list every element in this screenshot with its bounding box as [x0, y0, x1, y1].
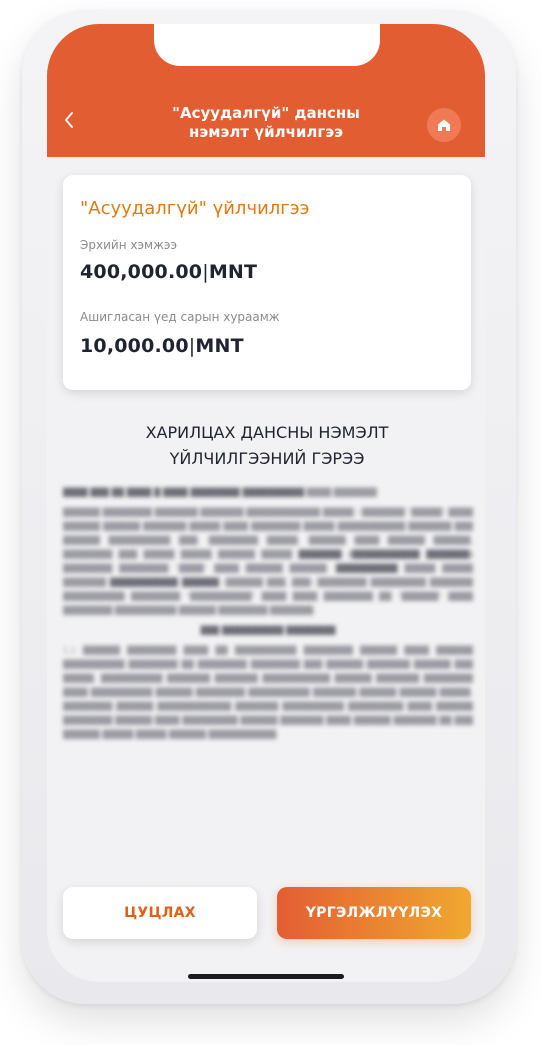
home-icon [438, 119, 450, 131]
fee-label: Ашигласан үед сарын хураамж [80, 310, 280, 324]
page-title: "Асуудалгүй" дансны нэмэлт үйлчилгээ [137, 104, 395, 142]
contract-body-blurred[interactable]: ████ ███ ██ ████ █ ████ ████████ ███████… [63, 486, 473, 866]
page-title-line1: "Асуудалгүй" дансны [172, 104, 360, 122]
chevron-left-icon [65, 112, 73, 128]
back-button[interactable] [63, 110, 79, 134]
fee-amount-row: 10,000.00|MNT [80, 335, 244, 357]
page-title-line2: нэмэлт үйлчилгээ [189, 123, 343, 141]
contract-title-line2: ҮЙЛЧИЛГЭЭНИЙ ГЭРЭЭ [169, 449, 365, 468]
fee-currency: MNT [195, 335, 244, 357]
service-card: "Асуудалгүй" үйлчилгээ Эрхийн хэмжээ 400… [63, 175, 471, 390]
limit-currency: MNT [208, 261, 258, 283]
header: "Асуудалгүй" дансны нэмэлт үйлчилгээ [47, 24, 485, 157]
home-button[interactable] [427, 108, 461, 142]
fee-amount: 10,000.00 [80, 335, 189, 357]
continue-button[interactable]: ҮРГЭЛЖЛҮҮЛЭХ [277, 887, 471, 939]
limit-label: Эрхийн хэмжээ [80, 238, 178, 252]
contract-title-line1: ХАРИЛЦАХ ДАНСНЫ НЭМЭЛТ [145, 423, 389, 442]
home-indicator[interactable] [188, 974, 344, 979]
device-notch [154, 24, 380, 66]
limit-amount-row: 400,000.00|MNT [80, 261, 258, 283]
contract-title: ХАРИЛЦАХ ДАНСНЫ НЭМЭЛТ ҮЙЛЧИЛГЭЭНИЙ ГЭРЭ… [117, 420, 417, 472]
service-card-title: "Асуудалгүй" үйлчилгээ [80, 198, 310, 219]
limit-amount: 400,000.00 [80, 261, 203, 283]
app-screen: "Асуудалгүй" дансны нэмэлт үйлчилгээ "Ас… [47, 24, 485, 982]
cancel-button[interactable]: ЦУЦЛАХ [63, 887, 257, 939]
